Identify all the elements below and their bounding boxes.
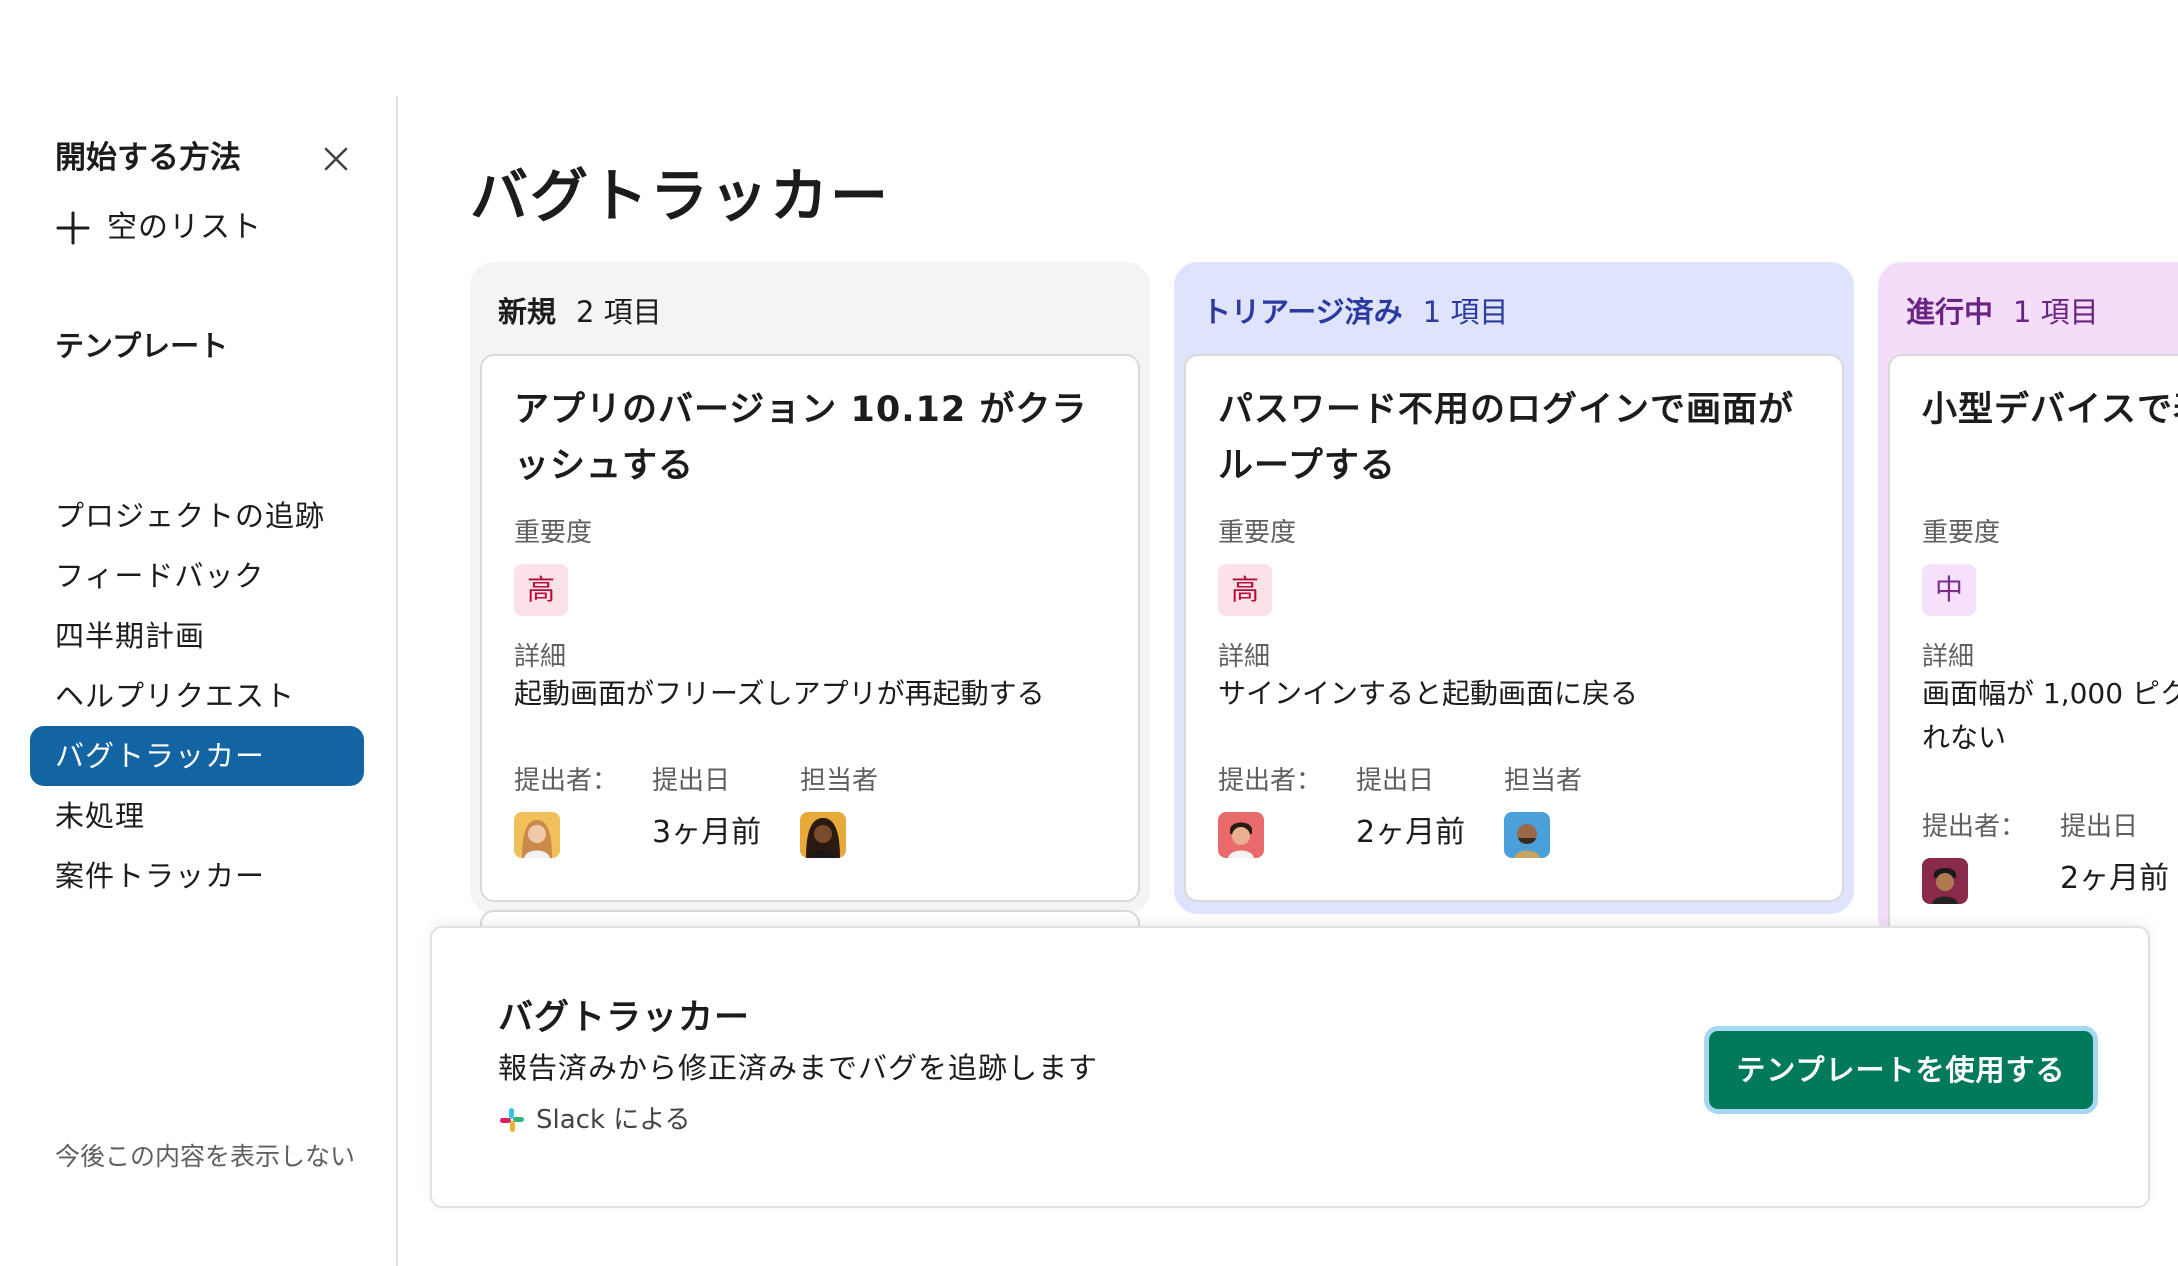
- sidebar-header: 開始する方法: [55, 136, 355, 180]
- board-column-new: 新規 2 項目 アプリのバージョン 10.12 がクラッシュする 重要度 高 詳細…: [470, 262, 1150, 914]
- severity-label: 重要度: [514, 518, 593, 548]
- column-header: 進行中 1 項目: [1906, 292, 2099, 332]
- detail-label: 詳細: [1922, 642, 1975, 672]
- column-name: 新規: [498, 295, 557, 329]
- sidebar-item-label: バグトラッカー: [55, 739, 266, 773]
- column-header: トリアージ済み 1 項目: [1202, 292, 1508, 332]
- sidebar-item-feedback[interactable]: フィードバック: [30, 546, 364, 606]
- template-author-label: Slack による: [536, 1105, 691, 1135]
- submitted-date: 3ヶ月前: [652, 815, 762, 850]
- severity-badge: 高: [514, 564, 568, 616]
- close-icon: [324, 147, 348, 171]
- date-label: 提出日: [652, 766, 731, 796]
- column-name: 進行中: [1906, 295, 1994, 329]
- column-header: 新規 2 項目: [498, 292, 662, 332]
- new-empty-list-button[interactable]: 空のリスト: [55, 208, 262, 248]
- avatar: [1922, 858, 1968, 904]
- use-template-button[interactable]: テンプレートを使用する: [1704, 1026, 2098, 1114]
- board-column-triaged: トリアージ済み 1 項目 パスワード不用のログインで画面がループする 重要度 高 …: [1174, 262, 1854, 914]
- avatar: [514, 812, 560, 858]
- detail-text: 画面幅が 1,000 ピクセル未満の場合、表示されない: [1922, 677, 2178, 754]
- column-count: 1 項目: [1422, 295, 1509, 329]
- card-title: 小型デバイスで表示不良になる: [1922, 390, 2178, 430]
- sidebar-item-label: 未処理: [55, 799, 146, 833]
- severity-label: 重要度: [1218, 518, 1297, 548]
- sidebar-item-quarterly-planning[interactable]: 四半期計画: [30, 606, 364, 666]
- date-label: 提出日: [2060, 812, 2139, 842]
- bug-card[interactable]: パスワード不用のログインで画面がループする 重要度 高 詳細 サインインすると起…: [1184, 354, 1844, 902]
- new-list-label: 空のリスト: [107, 210, 262, 245]
- column-name: トリアージ済み: [1202, 295, 1403, 329]
- board-column-in-progress: 進行中 1 項目 小型デバイスで表示不良になる 重要度 中 詳細 画面幅が 1,0…: [1878, 262, 2178, 926]
- date-label: 提出日: [1356, 766, 1435, 796]
- sidebar-item-bug-tracker[interactable]: バグトラッカー: [30, 726, 364, 786]
- card-title: アプリのバージョン 10.12 がクラッシュする: [514, 390, 1088, 486]
- sidebar-item-label: ヘルプリクエスト: [55, 679, 296, 713]
- severity-badge: 中: [1922, 564, 1976, 616]
- template-title: バグトラッカー: [498, 998, 751, 1038]
- sidebar-item-help-requests[interactable]: ヘルプリクエスト: [30, 666, 364, 726]
- severity-badge: 高: [1218, 564, 1272, 616]
- kanban-board-preview: 新規 2 項目 アプリのバージョン 10.12 がクラッシュする 重要度 高 詳細…: [470, 262, 2178, 926]
- plus-icon: [56, 211, 90, 245]
- column-count: 1 項目: [2013, 295, 2099, 329]
- sidebar-item-deal-tracker[interactable]: 案件トラッカー: [30, 846, 364, 906]
- detail-text: 起動画面がフリーズしアプリが再起動する: [514, 677, 1045, 710]
- sidebar-item-backlog[interactable]: 未処理: [30, 786, 364, 846]
- sidebar-item-label: 案件トラッカー: [55, 859, 266, 893]
- avatar: [1504, 812, 1550, 858]
- slack-logo-icon: [500, 1108, 524, 1132]
- bug-card-peek: [480, 910, 1140, 926]
- detail-label: 詳細: [514, 642, 567, 672]
- avatar: [1218, 812, 1264, 858]
- template-list: プロジェクトの追跡 フィードバック 四半期計画 ヘルプリクエスト バグトラッカー…: [30, 486, 364, 906]
- page-title: バグトラッカー: [470, 162, 891, 230]
- column-count: 2 項目: [576, 295, 662, 329]
- submitted-date: 2ヶ月前: [2060, 861, 2170, 896]
- template-description: 報告済みから修正済みまでバグを追跡します: [498, 1051, 1099, 1085]
- submitter-label: 提出者：: [1922, 812, 2027, 842]
- template-info-panel: バグトラッカー 報告済みから修正済みまでバグを追跡します Slack による テ…: [430, 926, 2150, 1208]
- severity-label: 重要度: [1922, 518, 2001, 548]
- detail-text: サインインすると起動画面に戻る: [1218, 677, 1639, 710]
- template-author: Slack による: [498, 1102, 691, 1138]
- bug-card[interactable]: 小型デバイスで表示不良になる 重要度 中 詳細 画面幅が 1,000 ピクセル未…: [1888, 354, 2178, 926]
- templates-heading: テンプレート: [55, 329, 229, 363]
- submitter-label: 提出者：: [514, 766, 619, 796]
- sidebar-title: 開始する方法: [55, 140, 241, 176]
- detail-label: 詳細: [1218, 642, 1271, 672]
- assignee-label: 担当者: [800, 766, 879, 796]
- close-button[interactable]: [317, 140, 355, 178]
- sidebar-item-label: 四半期計画: [55, 619, 206, 653]
- template-modal: 開始する方法 空のリスト テンプレート プロジェクトの追跡 フィードバック 四半…: [0, 0, 2178, 1266]
- sidebar: 開始する方法 空のリスト テンプレート プロジェクトの追跡 フィードバック 四半…: [0, 96, 398, 1266]
- sidebar-item-label: プロジェクトの追跡: [55, 499, 326, 533]
- bug-card[interactable]: アプリのバージョン 10.12 がクラッシュする 重要度 高 詳細 起動画面がフ…: [480, 354, 1140, 902]
- card-title: パスワード不用のログインで画面がループする: [1218, 390, 1795, 486]
- sidebar-item-project-tracking[interactable]: プロジェクトの追跡: [30, 486, 364, 546]
- submitted-date: 2ヶ月前: [1356, 815, 1466, 850]
- sidebar-item-label: フィードバック: [55, 559, 265, 593]
- dont-show-again-link[interactable]: 今後この内容を表示しない: [55, 1138, 355, 1176]
- avatar: [800, 812, 846, 858]
- assignee-label: 担当者: [1504, 766, 1583, 796]
- submitter-label: 提出者：: [1218, 766, 1323, 796]
